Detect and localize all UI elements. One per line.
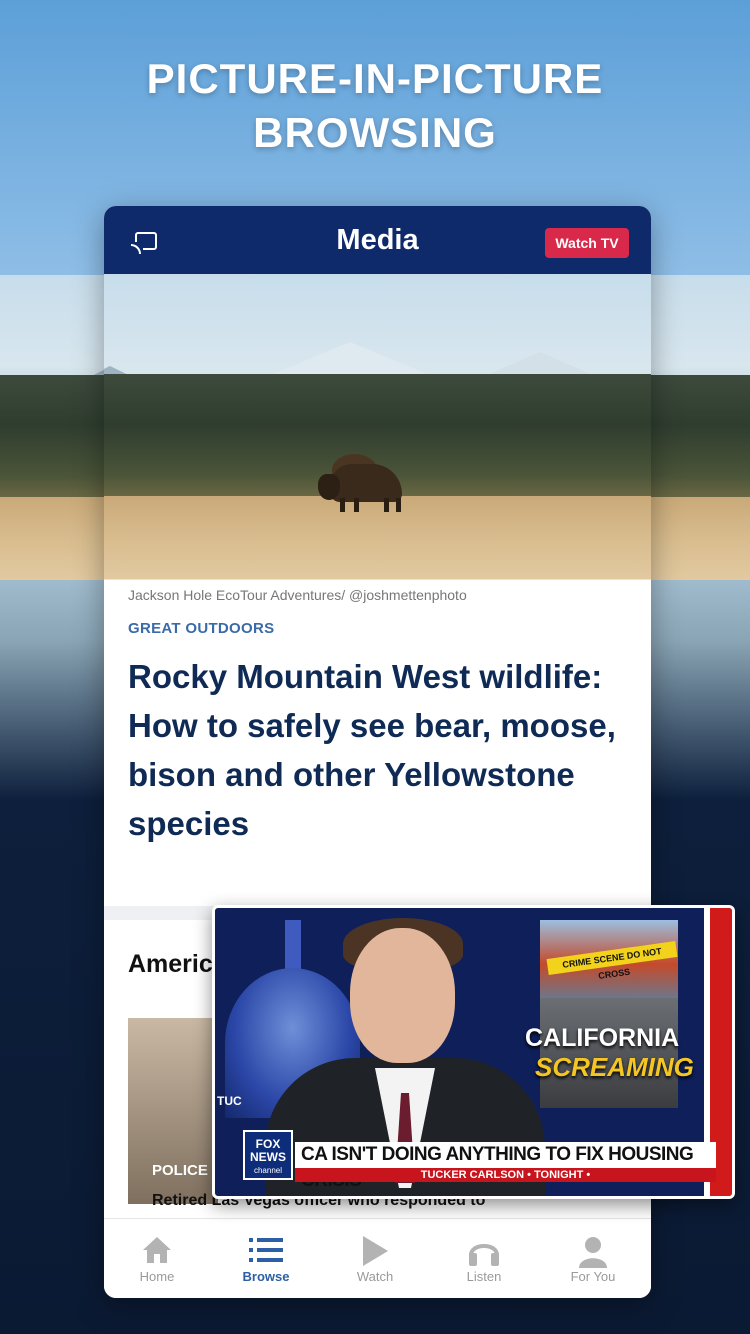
fox-logo-line1: FOX <box>255 1137 281 1151</box>
tab-home-label: Home <box>139 1269 175 1284</box>
anchor-face <box>350 928 455 1063</box>
watch-tv-button[interactable]: Watch TV <box>545 228 629 258</box>
person-icon <box>579 1237 607 1268</box>
tab-for-you-label: For You <box>570 1269 616 1284</box>
tab-listen[interactable]: Listen <box>434 1219 534 1298</box>
tab-for-you[interactable]: For You <box>543 1219 643 1298</box>
tab-listen-label: Listen <box>466 1269 502 1284</box>
fox-logo-line3: channel <box>253 1166 283 1175</box>
tab-bar: Home Browse Watch Listen For You <box>104 1218 651 1298</box>
app-header: Media Watch TV <box>104 206 651 274</box>
tab-browse-label: Browse <box>242 1269 290 1284</box>
chyron-headline: CA ISN'T DOING ANYTHING TO FIX HOUSING C… <box>295 1142 716 1191</box>
article-headline[interactable]: Rocky Mountain West wildlife: How to saf… <box>128 652 628 848</box>
list-icon <box>249 1238 283 1262</box>
promo-title-line2: BROWSING <box>253 109 497 156</box>
headphones-icon <box>469 1244 499 1266</box>
graphic-title: CALIFORNIA <box>525 1024 680 1052</box>
pip-video-player[interactable]: TUC CRIME SCENE DO NOT CROSS CALIFORNIA … <box>212 905 735 1199</box>
fox-logo-line2: NEWS <box>250 1150 286 1164</box>
promo-title: PICTURE-IN-PICTURE BROWSING <box>0 52 750 160</box>
tab-browse[interactable]: Browse <box>216 1219 316 1298</box>
promo-title-line1: PICTURE-IN-PICTURE <box>146 55 604 102</box>
side-strip-text: TUC <box>217 1094 242 1108</box>
tab-watch-label: Watch <box>356 1269 394 1284</box>
article-kicker[interactable]: GREAT OUTDOORS <box>128 620 274 637</box>
home-icon <box>143 1237 171 1263</box>
graphic-subtitle: SCREAMING <box>535 1052 694 1082</box>
play-icon <box>363 1236 388 1266</box>
photo-credit: Jackson Hole EcoTour Adventures/ @joshme… <box>128 587 467 603</box>
thumbnail-label: POLICE <box>152 1162 208 1179</box>
fox-news-logo: FOX NEWS channel <box>243 1130 293 1180</box>
section-title: Americ <box>128 950 213 978</box>
tab-home[interactable]: Home <box>107 1219 207 1298</box>
tab-watch[interactable]: Watch <box>325 1219 425 1298</box>
chyron-program: TUCKER CARLSON • TONIGHT • <box>295 1168 716 1182</box>
article-photo[interactable] <box>104 274 651 580</box>
